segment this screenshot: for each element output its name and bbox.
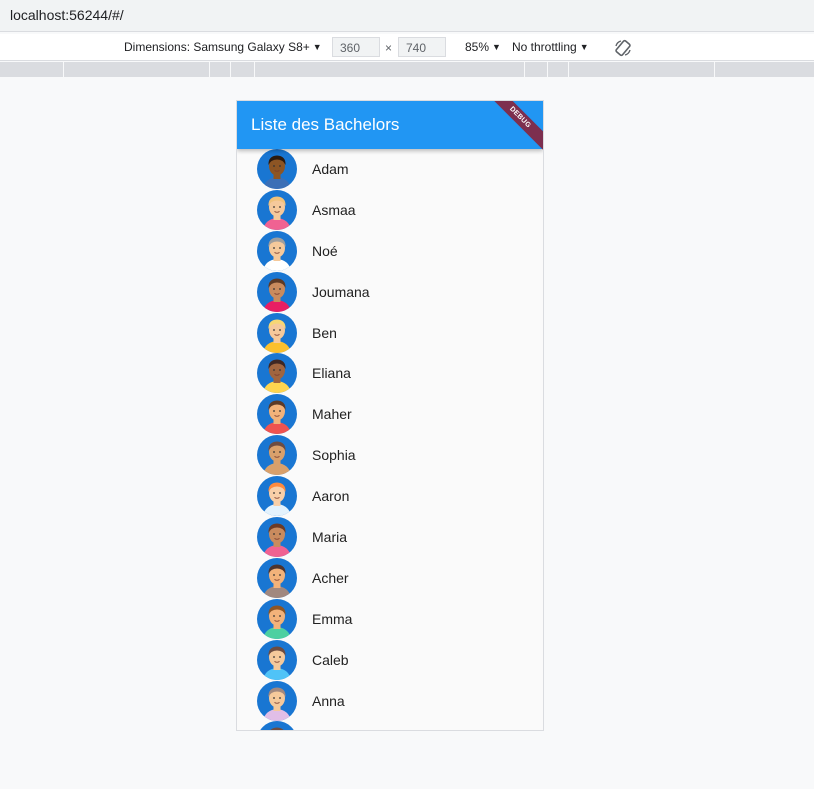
bachelor-name: Sophia xyxy=(312,447,356,464)
ruler-divider xyxy=(63,62,64,77)
chevron-down-icon: ▼ xyxy=(579,42,589,52)
bachelor-list[interactable]: Adam Asmaa Noé Joumana Ben Eliana Maher Sophia A… xyxy=(237,149,543,730)
device-toolbar: Dimensions: Samsung Galaxy S8+ ▼ 360 × 74… xyxy=(0,34,814,61)
list-item[interactable]: Caleb xyxy=(237,639,543,681)
list-item[interactable]: Asmaa xyxy=(237,189,543,231)
ruler-divider xyxy=(230,62,231,77)
app-bar: Liste des Bachelors xyxy=(237,101,543,149)
url-text[interactable]: localhost:56244/#/ xyxy=(10,7,124,23)
avatar xyxy=(260,721,294,730)
avatar xyxy=(257,435,297,476)
chevron-down-icon: ▼ xyxy=(312,42,322,52)
media-query-ruler[interactable] xyxy=(0,62,814,77)
dimensions-dropdown[interactable]: Dimensions: Samsung Galaxy S8+ ▼ xyxy=(124,40,322,54)
ruler-divider xyxy=(254,62,255,77)
dimensions-label: Dimensions: Samsung Galaxy S8+ xyxy=(124,40,310,54)
zoom-label: 85% xyxy=(465,40,490,54)
avatar xyxy=(257,189,297,230)
list-item[interactable]: Ben xyxy=(237,312,543,354)
avatar xyxy=(257,517,297,558)
list-item[interactable]: Joumana xyxy=(237,271,543,313)
list-item[interactable]: Emma xyxy=(237,598,543,640)
height-input[interactable]: 740 xyxy=(398,37,446,57)
width-input[interactable]: 360 xyxy=(332,37,380,57)
zoom-dropdown[interactable]: 85% ▼ xyxy=(465,40,501,54)
rotate-icon[interactable] xyxy=(613,38,633,58)
list-item[interactable]: Acher xyxy=(237,557,543,599)
avatar xyxy=(257,476,297,517)
times-separator: × xyxy=(385,41,393,55)
bachelor-name: Ben xyxy=(312,324,337,341)
bachelor-name: Caleb xyxy=(312,651,349,668)
throttling-dropdown[interactable]: No throttling ▼ xyxy=(512,40,589,54)
app-title: Liste des Bachelors xyxy=(251,115,400,134)
list-item[interactable]: Anna xyxy=(237,680,543,722)
bachelor-name: Noé xyxy=(312,242,338,259)
list-item[interactable]: Adam xyxy=(237,149,543,190)
avatar xyxy=(257,394,297,435)
bachelor-name: Emma xyxy=(312,610,353,627)
browser-address-bar[interactable]: localhost:56244/#/ xyxy=(0,0,814,32)
list-item[interactable]: Aaron xyxy=(237,476,543,517)
ruler-divider xyxy=(209,62,210,77)
bachelor-name: Joumana xyxy=(312,283,370,300)
bachelor-name: Eliana xyxy=(312,365,351,382)
avatar xyxy=(257,639,297,680)
ruler-divider xyxy=(524,62,525,77)
list-item[interactable]: Maria xyxy=(237,517,543,558)
list-item[interactable]: Sophia xyxy=(237,435,543,476)
ruler-divider xyxy=(568,62,569,77)
list-item[interactable] xyxy=(237,721,543,730)
avatar xyxy=(257,680,297,721)
avatar xyxy=(257,271,297,312)
avatar xyxy=(257,230,297,271)
list-item[interactable]: Noé xyxy=(237,230,543,272)
bachelor-name: Maria xyxy=(312,529,348,546)
ruler-divider xyxy=(714,62,715,77)
list-item[interactable]: Maher xyxy=(237,394,543,435)
throttling-label: No throttling xyxy=(512,40,577,54)
chevron-down-icon: ▼ xyxy=(492,42,501,52)
bachelor-name: Aaron xyxy=(312,488,350,505)
bachelor-name: Maher xyxy=(312,406,352,423)
ruler-divider xyxy=(547,62,548,77)
bachelor-name: Asmaa xyxy=(312,201,356,218)
avatar xyxy=(257,598,297,639)
bachelor-name: Adam xyxy=(312,161,349,177)
avatar xyxy=(257,557,297,598)
device-viewport: Liste des Bachelors DEBUG Adam Asmaa Noé Jo… xyxy=(236,100,544,731)
bachelor-name: Acher xyxy=(312,569,349,586)
bachelor-name: Anna xyxy=(312,692,345,709)
avatar xyxy=(257,353,297,394)
list-item[interactable]: Eliana xyxy=(237,353,543,394)
avatar xyxy=(257,149,297,189)
avatar xyxy=(257,312,297,353)
